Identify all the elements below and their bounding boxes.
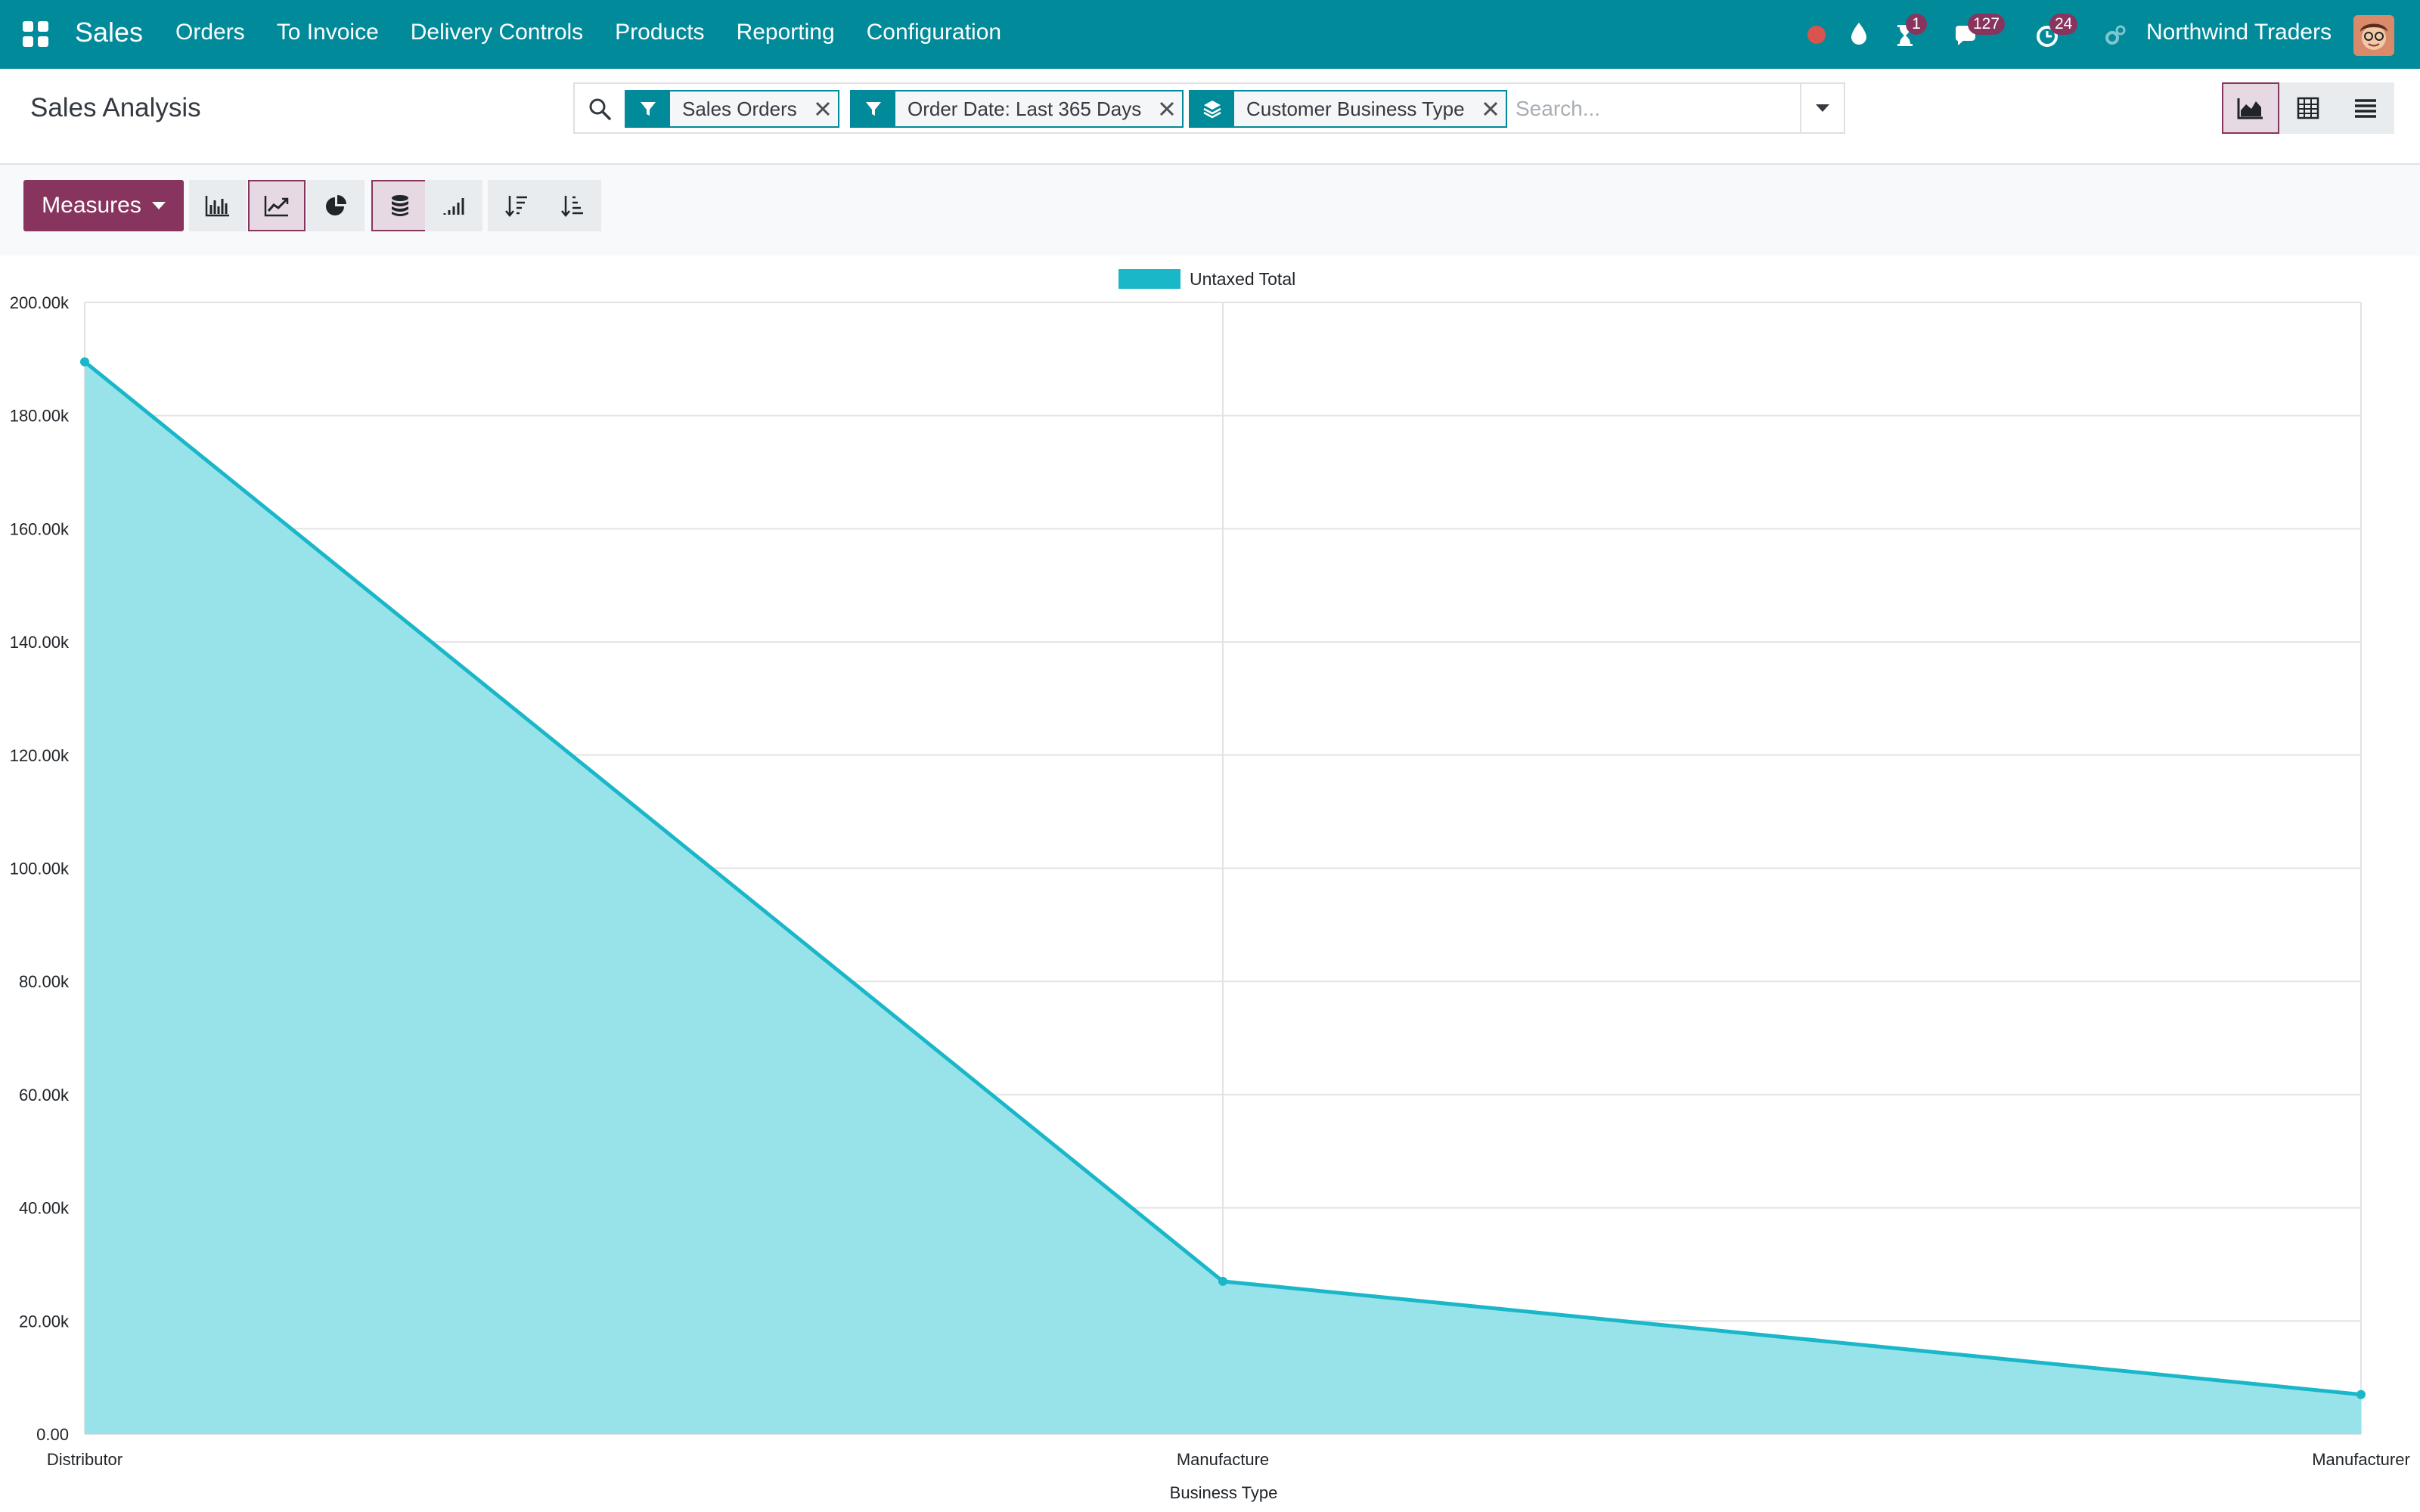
signal-bars-icon [443,198,464,215]
search-bar: Sales Orders Order Date: Last 365 Days C… [573,82,1845,134]
x-tick-label: Distributor [47,1450,123,1469]
close-icon[interactable] [1152,91,1182,126]
page-title: Sales Analysis [30,93,201,122]
apps-menu-icon[interactable] [23,21,48,47]
control-panel: Sales Analysis Sales Orders Order Date: … [0,69,2420,165]
top-navbar: Sales Orders To Invoice Delivery Control… [0,0,2420,69]
app-name[interactable]: Sales [75,17,143,48]
recording-indicator-icon[interactable] [1807,26,1826,44]
facet-label: Order Date: Last 365 Days [908,98,1142,120]
list-icon [2355,99,2376,118]
graph-chart: 0.00 20.00k 40.00k 60.00k 80.00k 100.00k 120.0… [0,256,2420,1512]
y-tick-label: 200.00k [10,293,70,312]
filter-icon [626,91,670,126]
pivot-view-button[interactable] [2279,82,2337,134]
facet-label: Sales Orders [682,98,797,120]
y-axis-ticks: 0.00 20.00k 40.00k 60.00k 80.00k 100.00k 120.0… [10,293,70,1444]
data-point [2356,1390,2366,1399]
sort-ascending-button[interactable] [544,180,601,231]
data-point [80,357,89,367]
menu-item-products[interactable]: Products [615,20,704,45]
x-tick-label: Manufacture [1177,1450,1269,1469]
y-tick-label: 140.00k [10,633,70,652]
cumulative-button[interactable] [425,180,482,231]
search-options-toggle[interactable] [1800,84,1844,132]
y-tick-label: 80.00k [19,972,70,991]
x-tick-label: Manufacturer [2312,1450,2410,1469]
x-axis-ticks: Distributor Manufacture Manufacturer [47,1450,2410,1469]
menu-item-to-invoice[interactable]: To Invoice [277,20,379,45]
graph-view-button[interactable] [2222,82,2279,134]
y-tick-label: 0.00 [36,1425,69,1444]
menu-item-delivery-controls[interactable]: Delivery Controls [411,20,583,45]
group-by-icon [1190,91,1234,126]
view-switcher [2222,82,2394,134]
filter-icon [852,91,895,126]
messages-badge: 127 [1968,14,2006,35]
pie-chart-button[interactable] [307,180,365,231]
table-grid-icon [2297,97,2319,119]
legend-swatch [1118,269,1181,289]
bar-chart-icon [205,196,229,217]
database-stack-icon [392,195,408,216]
user-avatar[interactable] [2353,15,2394,56]
y-tick-label: 40.00k [19,1199,70,1218]
y-tick-label: 160.00k [10,519,70,538]
sort-descending-icon [505,196,527,217]
legend-label: Untaxed Total [1190,269,1295,289]
y-tick-label: 60.00k [19,1086,70,1105]
chart-legend[interactable]: Untaxed Total [1118,269,1295,289]
x-axis-label: Business Type [1170,1483,1278,1502]
data-point [1218,1276,1227,1286]
main-menu: Orders To Invoice Delivery Controls Prod… [175,20,1033,45]
menu-item-orders[interactable]: Orders [175,20,245,45]
search-facet-customer-business-type: Customer Business Type [1189,90,1507,128]
company-switcher[interactable]: Northwind Traders [2146,20,2332,45]
sort-ascending-icon [561,196,583,217]
menu-item-configuration[interactable]: Configuration [867,20,1001,45]
y-tick-label: 120.00k [10,746,70,765]
search-facet-sales-orders: Sales Orders [625,90,839,128]
y-tick-label: 100.00k [10,860,70,878]
caret-down-icon [151,202,166,209]
area-chart: 0.00 20.00k 40.00k 60.00k 80.00k 100.00k 120.0… [10,269,2410,1502]
bar-chart-button[interactable] [189,180,247,231]
drop-icon[interactable] [1846,20,1872,46]
sort-descending-button[interactable] [488,180,545,231]
search-input[interactable] [1516,91,1803,126]
measures-dropdown-button[interactable]: Measures [23,180,184,231]
settings-gears-icon[interactable] [2102,23,2128,48]
line-chart-icon [264,196,289,217]
pie-chart-icon [326,195,346,215]
menu-item-reporting[interactable]: Reporting [737,20,835,45]
y-tick-label: 20.00k [19,1312,70,1331]
stacked-button[interactable] [371,180,429,231]
activity-badge: 1 [1906,14,1927,35]
line-chart-button[interactable] [248,180,306,231]
caret-down-icon [1816,104,1829,112]
user-avatar-icon [2353,15,2394,56]
list-view-button[interactable] [2337,82,2394,134]
close-icon[interactable] [808,91,838,126]
search-icon[interactable] [587,96,613,122]
timer-badge: 24 [2049,14,2078,35]
area-chart-icon [2237,98,2263,119]
facet-label: Customer Business Type [1246,98,1465,120]
graph-toolbar: Measures [0,165,2420,256]
measures-label: Measures [42,193,141,218]
close-icon[interactable] [1475,91,1506,126]
y-tick-label: 180.00k [10,407,70,426]
search-facet-order-date: Order Date: Last 365 Days [850,90,1184,128]
